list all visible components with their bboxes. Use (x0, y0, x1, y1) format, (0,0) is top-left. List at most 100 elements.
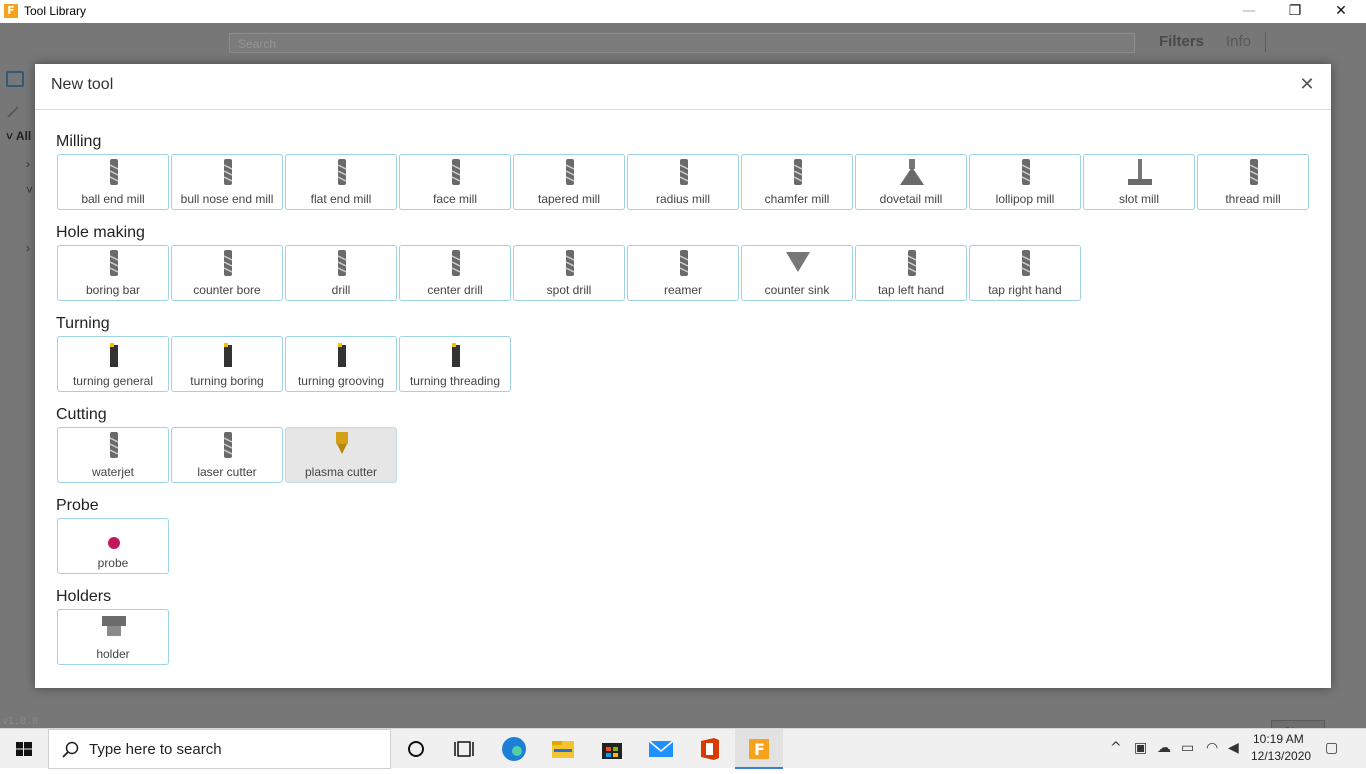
tool-label: tap left hand (877, 283, 945, 297)
volume-icon[interactable]: ◀ (1228, 740, 1239, 756)
tool-tile-counter-bore[interactable]: counter bore (171, 245, 283, 301)
tool-label: turning general (72, 374, 154, 388)
tab-filters[interactable]: Filters (1159, 33, 1204, 50)
edge-app[interactable] (490, 729, 538, 769)
dialog-close-button[interactable]: ✕ (1297, 75, 1317, 95)
new-folder-icon[interactable] (6, 71, 24, 87)
tool-tile-drill[interactable]: drill (285, 245, 397, 301)
boring-bar-icon (99, 248, 129, 278)
windows-icon (16, 742, 32, 756)
task-view-button[interactable] (440, 729, 488, 769)
tool-tile-turning-general[interactable]: turning general (57, 336, 169, 392)
tool-tile-turning-boring[interactable]: turning boring (171, 336, 283, 392)
section-title: Cutting (56, 406, 107, 423)
onedrive-icon[interactable]: ☁ (1157, 740, 1171, 756)
edge-icon (502, 737, 526, 761)
tool-tile-bull-nose-end-mill[interactable]: bull nose end mill (171, 154, 283, 210)
drill-icon (327, 248, 357, 278)
section-title: Holders (56, 588, 112, 605)
wifi-icon[interactable]: ◠ (1206, 740, 1218, 756)
clock-time[interactable]: 10:19 AM (1253, 732, 1304, 746)
window-close-button[interactable]: ✕ (1318, 0, 1364, 23)
meet-now-icon[interactable]: ▣ (1134, 740, 1147, 756)
task-view-icon (454, 741, 474, 757)
minimize-button[interactable]: — (1226, 0, 1272, 23)
tool-tile-probe[interactable]: probe (57, 518, 169, 574)
tool-tile-laser-cutter[interactable]: laser cutter (171, 427, 283, 483)
tool-tile-face-mill[interactable]: face mill (399, 154, 511, 210)
center-drill-icon (441, 248, 471, 278)
tool-tile-dovetail-mill[interactable]: dovetail mill (855, 154, 967, 210)
tool-label: thread mill (1225, 192, 1281, 206)
tool-label: tap right hand (988, 283, 1062, 297)
tool-label: slot mill (1118, 192, 1159, 206)
tool-tile-counter-sink[interactable]: counter sink (741, 245, 853, 301)
tool-tile-slot-mill[interactable]: slot mill (1083, 154, 1195, 210)
chevron-down-icon[interactable]: ˅ (26, 183, 33, 197)
tool-label: chamfer mill (764, 192, 830, 206)
taskbar: Type here to search F ^ ▣ ☁ ▭ ◠ ◀ 10:19 … (0, 728, 1366, 769)
tool-tile-holder[interactable]: holder (57, 609, 169, 665)
mail-app[interactable] (637, 729, 685, 769)
tap-left-hand-icon (897, 248, 927, 278)
battery-icon[interactable]: ▭ (1181, 740, 1194, 756)
tool-tile-turning-threading[interactable]: turning threading (399, 336, 511, 392)
tool-label: tapered mill (537, 192, 601, 206)
tool-label: bull nose end mill (180, 192, 274, 206)
tool-row: boring bar counter bore drill center drill s… (57, 245, 1081, 301)
restore-button[interactable]: ❐ (1272, 0, 1318, 23)
tool-tile-lollipop-mill[interactable]: lollipop mill (969, 154, 1081, 210)
cortana-icon (408, 741, 424, 757)
cortana-button[interactable] (392, 729, 440, 769)
tool-label: flat end mill (310, 192, 372, 206)
tool-tile-thread-mill[interactable]: thread mill (1197, 154, 1309, 210)
taskbar-search-box[interactable]: Type here to search (48, 729, 391, 769)
library-search-input[interactable]: Search (229, 33, 1135, 53)
tool-tile-tap-left-hand[interactable]: tap left hand (855, 245, 967, 301)
tool-label: center drill (427, 283, 483, 297)
file-explorer-app[interactable] (539, 729, 587, 769)
fusion-app[interactable]: F (735, 729, 783, 769)
chevron-up-icon[interactable]: ^ (1110, 740, 1122, 756)
tool-tile-spot-drill[interactable]: spot drill (513, 245, 625, 301)
tool-tile-boring-bar[interactable]: boring bar (57, 245, 169, 301)
tool-tile-radius-mill[interactable]: radius mill (627, 154, 739, 210)
tool-tile-flat-end-mill[interactable]: flat end mill (285, 154, 397, 210)
tool-tile-tapered-mill[interactable]: tapered mill (513, 154, 625, 210)
tool-label: ball end mill (81, 192, 145, 206)
thread-mill-icon (1239, 157, 1269, 187)
tool-label: holder (96, 647, 130, 661)
bull-nose-end-mill-icon (213, 157, 243, 187)
brush-icon[interactable] (6, 105, 22, 119)
section-title: Hole making (56, 224, 145, 241)
tool-tile-plasma-cutter[interactable]: plasma cutter (285, 427, 397, 483)
tool-tile-turning-grooving[interactable]: turning grooving (285, 336, 397, 392)
tree-all-node[interactable]: ˅ All (6, 129, 31, 143)
section-title: Probe (56, 497, 99, 514)
turning-grooving-icon (327, 339, 357, 369)
chevron-right-icon[interactable]: › (26, 157, 30, 171)
chevron-right-icon[interactable]: › (26, 241, 30, 255)
tool-label: drill (331, 283, 351, 297)
tool-tile-waterjet[interactable]: waterjet (57, 427, 169, 483)
tool-tile-reamer[interactable]: reamer (627, 245, 739, 301)
clock-date[interactable]: 12/13/2020 (1251, 749, 1311, 763)
section-title: Milling (56, 133, 102, 150)
tab-divider (1265, 32, 1266, 52)
tool-tile-center-drill[interactable]: center drill (399, 245, 511, 301)
tool-tile-chamfer-mill[interactable]: chamfer mill (741, 154, 853, 210)
tool-tile-tap-right-hand[interactable]: tap right hand (969, 245, 1081, 301)
waterjet-icon (99, 430, 129, 460)
tool-label: probe (97, 556, 129, 570)
tool-tile-ball-end-mill[interactable]: ball end mill (57, 154, 169, 210)
notification-icon[interactable]: ▢ (1325, 740, 1338, 756)
tool-label: waterjet (91, 465, 135, 479)
counter-bore-icon (213, 248, 243, 278)
start-button[interactable] (0, 729, 48, 769)
store-icon (602, 743, 622, 759)
tab-info[interactable]: Info (1226, 33, 1251, 50)
store-app[interactable] (588, 729, 636, 769)
radius-mill-icon (669, 157, 699, 187)
office-app[interactable] (686, 729, 734, 769)
window-title: Tool Library (24, 4, 87, 18)
